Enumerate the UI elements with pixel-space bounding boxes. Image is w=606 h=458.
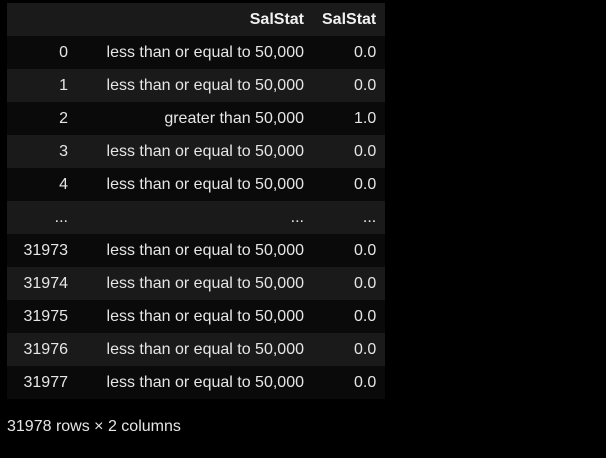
table-row: 31976 less than or equal to 50,000 0.0 — [7, 333, 386, 366]
cell-salstat-text: less than or equal to 50,000 — [77, 300, 313, 333]
table-row: 2 greater than 50,000 1.0 — [7, 102, 386, 135]
cell-salstat-text: less than or equal to 50,000 — [77, 135, 313, 168]
row-index: 31973 — [7, 234, 77, 267]
table-row: 0 less than or equal to 50,000 0.0 — [7, 36, 386, 69]
cell-salstat-value: 0.0 — [313, 69, 386, 102]
row-index: 31976 — [7, 333, 77, 366]
cell-salstat-value: 0.0 — [313, 135, 386, 168]
table-body: 0 less than or equal to 50,000 0.0 1 les… — [7, 36, 386, 399]
cell-salstat-text: greater than 50,000 — [77, 102, 313, 135]
cell-salstat-text: less than or equal to 50,000 — [77, 267, 313, 300]
table-row: 31975 less than or equal to 50,000 0.0 — [7, 300, 386, 333]
cell-salstat-text: less than or equal to 50,000 — [77, 168, 313, 201]
cell-salstat-value: 0.0 — [313, 36, 386, 69]
row-index: 2 — [7, 102, 77, 135]
row-index: ... — [7, 201, 77, 234]
cell-salstat-value: ... — [313, 201, 386, 234]
table-row: 31973 less than or equal to 50,000 0.0 — [7, 234, 386, 267]
row-index: 4 — [7, 168, 77, 201]
row-index: 31977 — [7, 366, 77, 399]
cell-salstat-text: less than or equal to 50,000 — [77, 366, 313, 399]
row-index: 31975 — [7, 300, 77, 333]
table-row: 31974 less than or equal to 50,000 0.0 — [7, 267, 386, 300]
table-row: 1 less than or equal to 50,000 0.0 — [7, 69, 386, 102]
cell-salstat-value: 0.0 — [313, 168, 386, 201]
cell-salstat-value: 0.0 — [313, 267, 386, 300]
cell-salstat-value: 0.0 — [313, 366, 386, 399]
header-row: SalStat SalStat — [7, 3, 386, 36]
cell-salstat-value: 0.0 — [313, 234, 386, 267]
cell-salstat-value: 0.0 — [313, 300, 386, 333]
cell-salstat-value: 1.0 — [313, 102, 386, 135]
dataframe-table: SalStat SalStat 0 less than or equal to … — [7, 3, 386, 399]
row-index: 1 — [7, 69, 77, 102]
row-index: 0 — [7, 36, 77, 69]
row-index: 31974 — [7, 267, 77, 300]
column-header-salstat-2: SalStat — [313, 3, 386, 36]
index-header — [7, 3, 77, 36]
table-row: 4 less than or equal to 50,000 0.0 — [7, 168, 386, 201]
cell-salstat-text: less than or equal to 50,000 — [77, 69, 313, 102]
table-row: 31977 less than or equal to 50,000 0.0 — [7, 366, 386, 399]
dataframe-output: SalStat SalStat 0 less than or equal to … — [7, 3, 386, 399]
cell-salstat-text: less than or equal to 50,000 — [77, 234, 313, 267]
table-row: 3 less than or equal to 50,000 0.0 — [7, 135, 386, 168]
cell-salstat-text: ... — [77, 201, 313, 234]
row-index: 3 — [7, 135, 77, 168]
table-header: SalStat SalStat — [7, 3, 386, 36]
column-header-salstat-1: SalStat — [77, 3, 313, 36]
cell-salstat-value: 0.0 — [313, 333, 386, 366]
ellipsis-row: ... ... ... — [7, 201, 386, 234]
dataframe-shape-summary: 31978 rows × 2 columns — [7, 418, 181, 435]
cell-salstat-text: less than or equal to 50,000 — [77, 36, 313, 69]
cell-salstat-text: less than or equal to 50,000 — [77, 333, 313, 366]
